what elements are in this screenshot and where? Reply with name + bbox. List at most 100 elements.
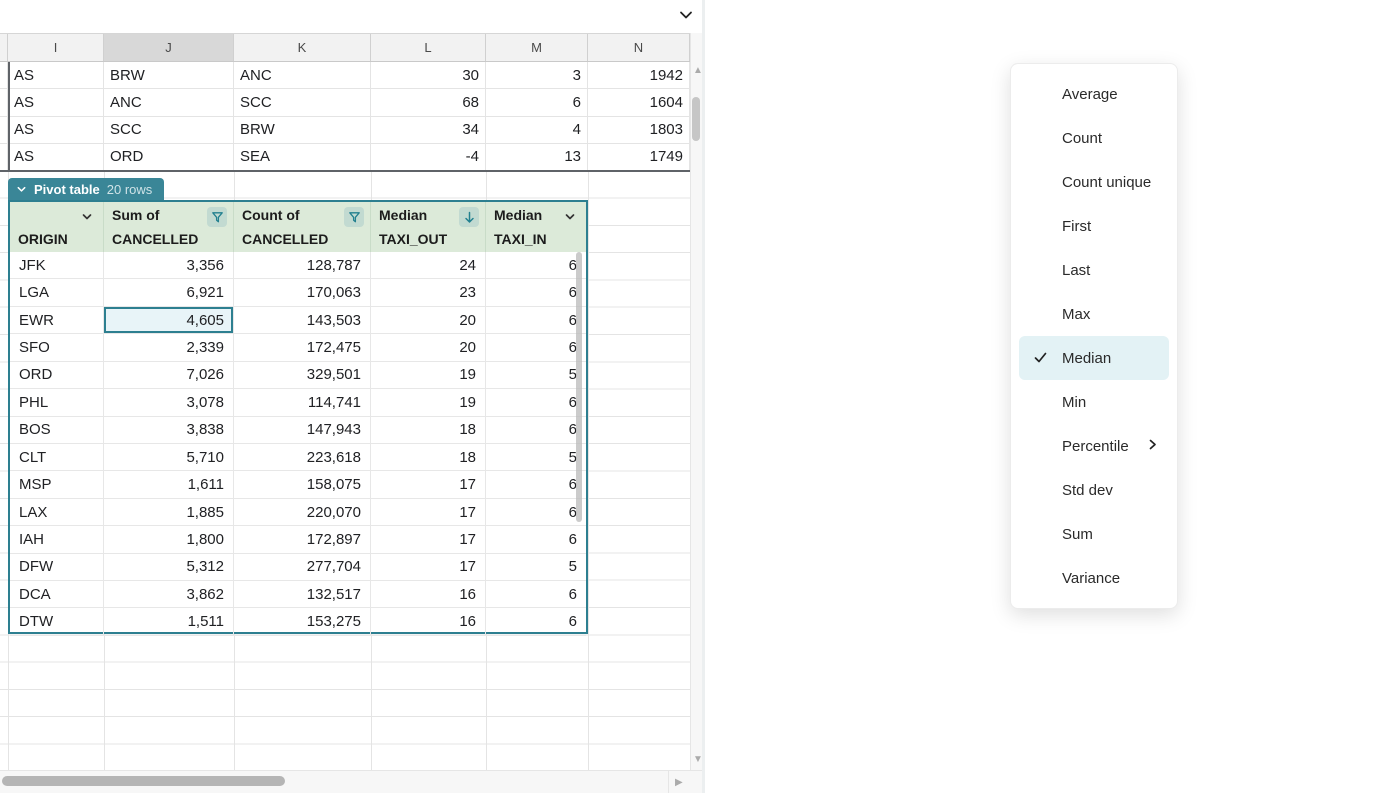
pivot-cell[interactable]: DTW bbox=[10, 608, 104, 635]
pivot-cell[interactable]: 132,517 bbox=[234, 581, 371, 608]
pivot-cell[interactable]: CLT bbox=[10, 444, 104, 471]
pivot-cell[interactable]: 20 bbox=[371, 334, 486, 361]
vertical-scrollbar-track[interactable]: ▲ ▼ bbox=[690, 33, 702, 770]
pivot-cell[interactable]: 172,897 bbox=[234, 526, 371, 553]
cell[interactable]: 1803 bbox=[588, 117, 690, 144]
cell[interactable]: 68 bbox=[371, 89, 486, 116]
cell[interactable]: SCC bbox=[234, 89, 371, 116]
chevron-down-icon[interactable] bbox=[560, 207, 580, 227]
pivot-cell[interactable]: 5 bbox=[486, 444, 586, 471]
cell[interactable]: -4 bbox=[371, 144, 486, 171]
pivot-cell[interactable]: 5,710 bbox=[104, 444, 234, 471]
menu-item-percentile[interactable]: Percentile bbox=[1019, 424, 1169, 468]
pivot-header-cancelled[interactable]: Count ofCANCELLED bbox=[234, 202, 371, 252]
pivot-cell[interactable]: 17 bbox=[371, 499, 486, 526]
pivot-cell[interactable]: 1,800 bbox=[104, 526, 234, 553]
pivot-cell[interactable]: 277,704 bbox=[234, 554, 371, 581]
pivot-cell[interactable]: 6 bbox=[486, 389, 586, 416]
pivot-cell[interactable]: 3,078 bbox=[104, 389, 234, 416]
pivot-cell[interactable]: DCA bbox=[10, 581, 104, 608]
pivot-cell[interactable]: 17 bbox=[371, 471, 486, 498]
pivot-cell[interactable]: JFK bbox=[10, 252, 104, 279]
pivot-cell[interactable]: 1,885 bbox=[104, 499, 234, 526]
pivot-cell[interactable]: 223,618 bbox=[234, 444, 371, 471]
pivot-cell[interactable]: 153,275 bbox=[234, 608, 371, 635]
pivot-cell[interactable]: LAX bbox=[10, 499, 104, 526]
pivot-cell[interactable]: BOS bbox=[10, 417, 104, 444]
column-header-M[interactable]: M bbox=[486, 34, 588, 61]
pivot-cell[interactable]: SFO bbox=[10, 334, 104, 361]
scroll-right-icon[interactable]: ▶ bbox=[675, 778, 683, 788]
sort-descending-icon[interactable] bbox=[459, 207, 479, 227]
pivot-cell[interactable]: 114,741 bbox=[234, 389, 371, 416]
pivot-cell[interactable]: 6 bbox=[486, 417, 586, 444]
pivot-header-taxi_out[interactable]: MedianTAXI_OUT bbox=[371, 202, 486, 252]
pivot-cell[interactable]: ORD bbox=[10, 362, 104, 389]
horizontal-scrollbar-thumb[interactable] bbox=[2, 776, 285, 786]
pivot-header-taxi_in[interactable]: MedianTAXI_IN bbox=[486, 202, 586, 252]
cell[interactable]: BRW bbox=[234, 117, 371, 144]
pivot-cell[interactable]: 6,921 bbox=[104, 279, 234, 306]
cell[interactable]: 1942 bbox=[588, 62, 690, 89]
pivot-cell[interactable]: 170,063 bbox=[234, 279, 371, 306]
cell[interactable]: ANC bbox=[234, 62, 371, 89]
cell[interactable]: 6 bbox=[486, 89, 588, 116]
pivot-cell[interactable]: 5,312 bbox=[104, 554, 234, 581]
pivot-cell[interactable]: 16 bbox=[371, 608, 486, 635]
pivot-cell[interactable]: 3,356 bbox=[104, 252, 234, 279]
pivot-cell[interactable]: 3,838 bbox=[104, 417, 234, 444]
pivot-header-origin[interactable]: ORIGIN bbox=[10, 202, 104, 252]
pivot-cell[interactable]: EWR bbox=[10, 307, 104, 334]
cell[interactable]: 13 bbox=[486, 144, 588, 171]
selected-cell[interactable]: 4,605 bbox=[104, 307, 234, 334]
pivot-cell[interactable]: 6 bbox=[486, 499, 586, 526]
cell[interactable]: ORD bbox=[104, 144, 234, 171]
pivot-cell[interactable]: 6 bbox=[486, 471, 586, 498]
cell[interactable]: AS bbox=[8, 89, 104, 116]
pivot-cell[interactable]: 6 bbox=[486, 307, 586, 334]
pivot-cell[interactable]: 6 bbox=[486, 526, 586, 553]
menu-item-count-unique[interactable]: Count unique bbox=[1019, 160, 1169, 204]
pivot-cell[interactable]: PHL bbox=[10, 389, 104, 416]
column-header-N[interactable]: N bbox=[588, 34, 690, 61]
pivot-cell[interactable]: 158,075 bbox=[234, 471, 371, 498]
pivot-cell[interactable]: 7,026 bbox=[104, 362, 234, 389]
pivot-cell[interactable]: 172,475 bbox=[234, 334, 371, 361]
pivot-cell[interactable]: 5 bbox=[486, 362, 586, 389]
pivot-cell[interactable]: 147,943 bbox=[234, 417, 371, 444]
pivot-cell[interactable]: 3,862 bbox=[104, 581, 234, 608]
cell[interactable]: 4 bbox=[486, 117, 588, 144]
cell[interactable]: 1604 bbox=[588, 89, 690, 116]
pivot-cell[interactable]: MSP bbox=[10, 471, 104, 498]
menu-item-sum[interactable]: Sum bbox=[1019, 512, 1169, 556]
pivot-cell[interactable]: 5 bbox=[486, 554, 586, 581]
cell[interactable]: 34 bbox=[371, 117, 486, 144]
menu-item-variance[interactable]: Variance bbox=[1019, 556, 1169, 600]
pivot-cell[interactable]: 329,501 bbox=[234, 362, 371, 389]
chevron-down-icon[interactable] bbox=[674, 3, 698, 27]
pivot-header-cancelled[interactable]: Sum ofCANCELLED bbox=[104, 202, 234, 252]
menu-item-last[interactable]: Last bbox=[1019, 248, 1169, 292]
pivot-cell[interactable]: 6 bbox=[486, 608, 586, 635]
cell[interactable]: 3 bbox=[486, 62, 588, 89]
cell[interactable]: ANC bbox=[104, 89, 234, 116]
menu-item-min[interactable]: Min bbox=[1019, 380, 1169, 424]
pivot-cell[interactable]: 6 bbox=[486, 279, 586, 306]
cell[interactable]: SEA bbox=[234, 144, 371, 171]
pivot-cell[interactable]: IAH bbox=[10, 526, 104, 553]
cell[interactable]: AS bbox=[8, 117, 104, 144]
cell[interactable]: AS bbox=[8, 144, 104, 171]
column-header-K[interactable]: K bbox=[234, 34, 371, 61]
column-header-L[interactable]: L bbox=[371, 34, 486, 61]
pivot-cell[interactable]: 128,787 bbox=[234, 252, 371, 279]
cell[interactable]: BRW bbox=[104, 62, 234, 89]
pivot-cell[interactable]: 24 bbox=[371, 252, 486, 279]
menu-item-first[interactable]: First bbox=[1019, 204, 1169, 248]
menu-item-average[interactable]: Average bbox=[1019, 72, 1169, 116]
pivot-cell[interactable]: 19 bbox=[371, 389, 486, 416]
pivot-cell[interactable]: 17 bbox=[371, 526, 486, 553]
pivot-cell[interactable]: 1,511 bbox=[104, 608, 234, 635]
pivot-cell[interactable]: 6 bbox=[486, 581, 586, 608]
menu-item-median[interactable]: Median bbox=[1019, 336, 1169, 380]
cell[interactable]: 1749 bbox=[588, 144, 690, 171]
